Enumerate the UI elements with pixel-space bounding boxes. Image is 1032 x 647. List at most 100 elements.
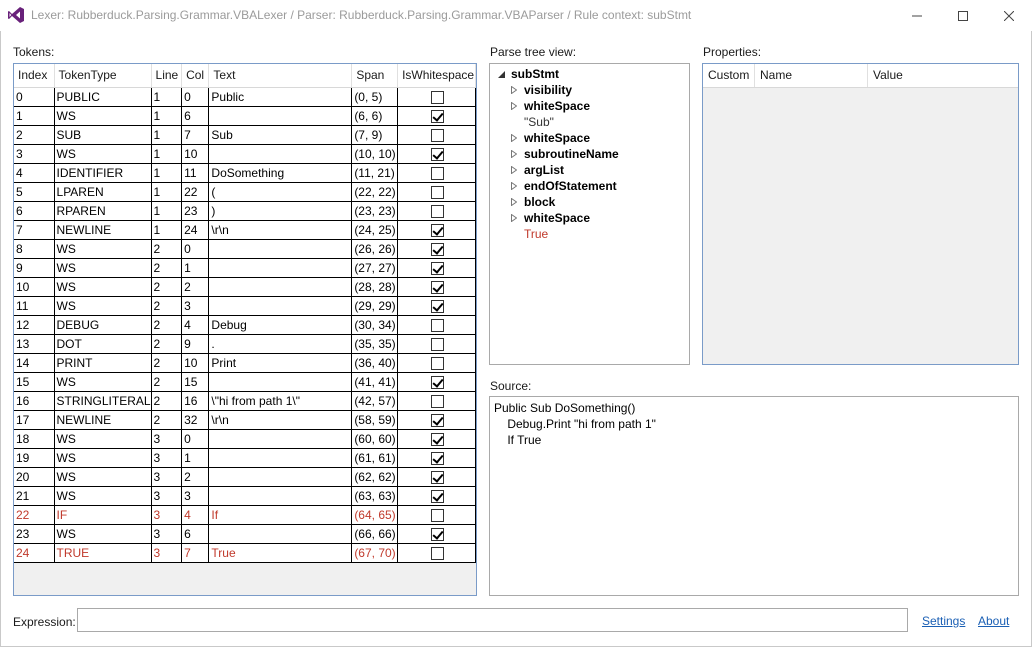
parse-tree-view[interactable]: subStmt visibility whiteSpace "Sub" whiteSp… (489, 63, 690, 365)
cell-iswhitespace (397, 182, 476, 202)
table-row[interactable]: 8 WS 2 0 (26, 26) (14, 239, 476, 259)
table-row[interactable]: 10 WS 2 2 (28, 28) (14, 277, 476, 297)
table-row[interactable]: 17 NEWLINE 2 32 \r\n (58, 59) (14, 410, 476, 430)
iswhitespace-checkbox[interactable] (431, 546, 445, 560)
iswhitespace-checkbox[interactable] (431, 185, 445, 199)
iswhitespace-checkbox[interactable] (431, 337, 445, 351)
table-row[interactable]: 13 DOT 2 9. (35, 35) (14, 334, 476, 354)
iswhitespace-checkbox[interactable] (431, 432, 445, 446)
column-header-span[interactable]: Span (351, 64, 399, 88)
tree-item-label: block (524, 195, 556, 209)
table-row[interactable]: 16 STRINGLITERAL 2 16 \"hi from path 1\" (42,… (14, 391, 476, 411)
iswhitespace-checkbox[interactable] (431, 489, 445, 503)
cell-line: 3 (151, 543, 183, 563)
maximize-button[interactable] (940, 0, 986, 31)
column-header-value[interactable]: Value (868, 64, 1018, 87)
table-row[interactable]: 9 WS 2 1 (27, 27) (14, 258, 476, 278)
table-row[interactable]: 24 TRUE 3 7 True (67, 70) (14, 543, 476, 563)
cell-span: (35, 35) (351, 334, 399, 354)
cell-line: 3 (151, 486, 183, 506)
iswhitespace-checkbox[interactable] (431, 318, 445, 332)
table-row[interactable]: 18 WS 3 0 (60, 60) (14, 429, 476, 449)
column-header-name[interactable]: Name (755, 64, 868, 87)
column-header-text[interactable]: Text (208, 64, 353, 88)
column-header-custom[interactable]: Custom (703, 64, 755, 87)
iswhitespace-checkbox[interactable] (431, 204, 445, 218)
column-header-tokentype[interactable]: TokenType (54, 64, 152, 88)
table-row[interactable]: 7 NEWLINE 1 24 \r\n (24, 25) (14, 220, 476, 240)
iswhitespace-checkbox[interactable] (431, 299, 445, 313)
iswhitespace-checkbox[interactable] (431, 166, 445, 180)
collapsed-triangle-icon[interactable] (509, 146, 519, 162)
table-row[interactable]: 15 WS 2 15 (41, 41) (14, 372, 476, 392)
table-row[interactable]: 6 RPAREN 1 23) (23, 23) (14, 201, 476, 221)
table-row[interactable]: 20 WS 3 2 (62, 62) (14, 467, 476, 487)
table-row[interactable]: 2 SUB 1 7 Sub (7, 9) (14, 125, 476, 145)
table-row[interactable]: 1 WS 1 6 (6, 6) (14, 106, 476, 126)
cell-tokentype: WS (54, 429, 152, 449)
settings-link[interactable]: Settings (922, 614, 965, 628)
iswhitespace-checkbox[interactable] (431, 280, 445, 294)
iswhitespace-checkbox[interactable] (431, 128, 445, 142)
iswhitespace-checkbox[interactable] (431, 261, 445, 275)
collapsed-triangle-icon[interactable] (509, 194, 519, 210)
properties-grid[interactable]: Custom Name Value (702, 63, 1019, 365)
cell-line: 1 (151, 125, 183, 145)
column-header-col[interactable]: Col (181, 64, 210, 88)
cell-tokentype: TRUE (54, 543, 152, 563)
iswhitespace-checkbox[interactable] (431, 413, 445, 427)
collapsed-triangle-icon[interactable] (509, 130, 519, 146)
cell-tokentype: IDENTIFIER (54, 163, 152, 183)
source-textbox[interactable]: Public Sub DoSomething() Debug.Print "hi… (489, 396, 1019, 596)
iswhitespace-checkbox[interactable] (431, 223, 445, 237)
close-button[interactable] (986, 0, 1032, 31)
cell-index: 4 (14, 163, 55, 183)
cell-col: 3 (181, 486, 210, 506)
minimize-button[interactable] (894, 0, 940, 31)
table-row[interactable]: 0 PUBLIC 1 0 Public (0, 5) (14, 87, 476, 107)
column-header-iswhitespace[interactable]: IsWhitespace (397, 64, 476, 88)
table-row[interactable]: 3 WS 1 10 (10, 10) (14, 144, 476, 164)
iswhitespace-checkbox[interactable] (431, 109, 445, 123)
iswhitespace-checkbox[interactable] (431, 470, 445, 484)
table-row[interactable]: 19 WS 3 1 (61, 61) (14, 448, 476, 468)
cell-tokentype: NEWLINE (54, 220, 152, 240)
iswhitespace-checkbox[interactable] (431, 147, 445, 161)
table-row[interactable]: 14 PRINT 2 10 Print (36, 40) (14, 353, 476, 373)
iswhitespace-checkbox[interactable] (431, 90, 445, 104)
source-line: Debug.Print "hi from path 1" (494, 417, 656, 431)
expanded-triangle-icon[interactable] (496, 66, 506, 82)
table-row[interactable]: 12 DEBUG 2 4 Debug (30, 34) (14, 315, 476, 335)
cell-iswhitespace (397, 277, 476, 297)
expression-input[interactable] (77, 608, 908, 632)
cell-line: 2 (151, 277, 183, 297)
table-row[interactable]: 11 WS 2 3 (29, 29) (14, 296, 476, 316)
cell-index: 0 (14, 87, 55, 107)
collapsed-triangle-icon[interactable] (509, 162, 519, 178)
table-row[interactable]: 23 WS 3 6 (66, 66) (14, 524, 476, 544)
iswhitespace-checkbox[interactable] (431, 451, 445, 465)
column-header-line[interactable]: Line (151, 64, 183, 88)
table-row[interactable]: 4 IDENTIFIER 1 11 DoSomething (11, 21) (14, 163, 476, 183)
table-row[interactable]: 22 IF 3 4 If (64, 65) (14, 505, 476, 525)
cell-line: 2 (151, 315, 183, 335)
cell-iswhitespace (397, 486, 476, 506)
cell-line: 2 (151, 391, 183, 411)
collapsed-triangle-icon[interactable] (509, 178, 519, 194)
iswhitespace-checkbox[interactable] (431, 375, 445, 389)
iswhitespace-checkbox[interactable] (431, 508, 445, 522)
table-row[interactable]: 21 WS 3 3 (63, 63) (14, 486, 476, 506)
cell-col: 9 (181, 334, 210, 354)
collapsed-triangle-icon[interactable] (509, 98, 519, 114)
cell-iswhitespace (397, 410, 476, 430)
table-row[interactable]: 5 LPAREN 1 22((22, 22) (14, 182, 476, 202)
collapsed-triangle-icon[interactable] (509, 210, 519, 226)
column-header-index[interactable]: Index (14, 64, 55, 88)
iswhitespace-checkbox[interactable] (431, 356, 445, 370)
about-link[interactable]: About (978, 614, 1009, 628)
iswhitespace-checkbox[interactable] (431, 242, 445, 256)
tokens-grid[interactable]: Index TokenType Line Col Text Span IsWhi… (13, 63, 477, 596)
iswhitespace-checkbox[interactable] (431, 394, 445, 408)
iswhitespace-checkbox[interactable] (431, 527, 445, 541)
collapsed-triangle-icon[interactable] (509, 82, 519, 98)
